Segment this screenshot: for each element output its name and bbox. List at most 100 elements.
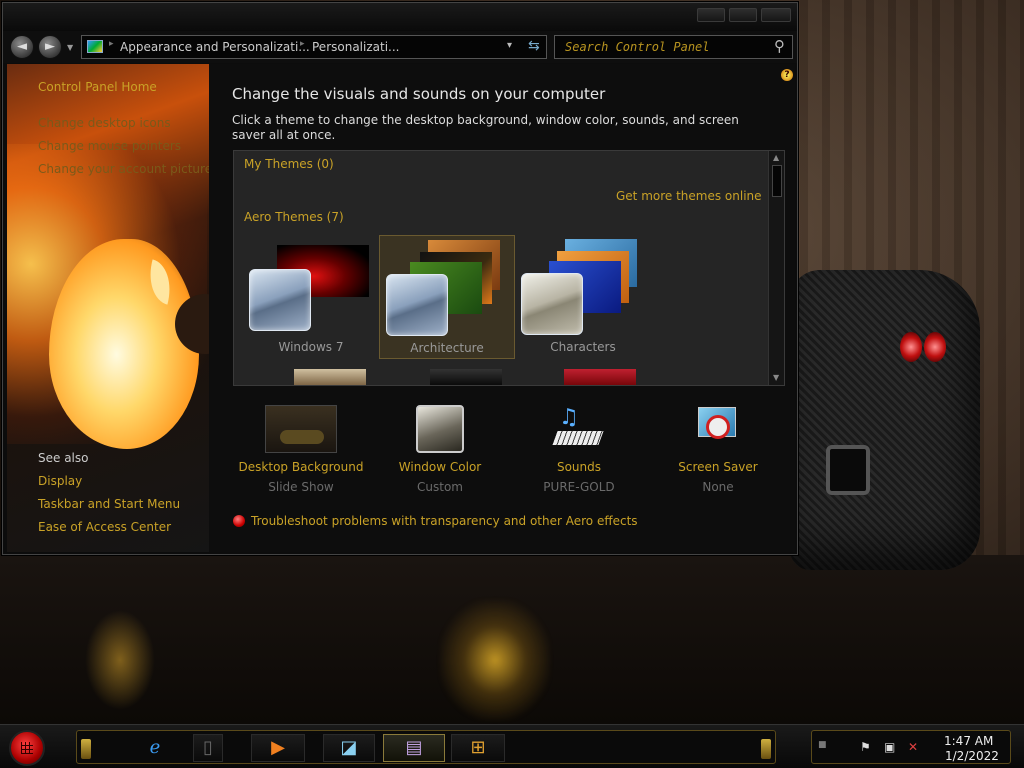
scroll-up-arrow-icon[interactable]: ▲ [773, 153, 779, 162]
theme-list: My Themes (0) Get more themes online Aer… [233, 150, 785, 386]
tray-handle-icon[interactable]: ■ [818, 740, 827, 750]
theme-settings-row: Desktop Background Slide Show Window Col… [233, 399, 785, 499]
volume-muted-icon[interactable]: ✕ [908, 740, 918, 754]
option-value: None [702, 480, 734, 494]
sidebar-link-display[interactable]: Display [38, 474, 82, 488]
car-thumbnail-shape [280, 430, 324, 444]
window-color-option[interactable]: Window Color Custom [372, 399, 508, 499]
clock-time[interactable]: 1:47 AM [944, 734, 993, 748]
start-orb-icon [21, 742, 33, 754]
search-icon[interactable]: ⚲ [774, 37, 785, 55]
car-exhaust [826, 445, 870, 495]
get-more-themes-link[interactable]: Get more themes online [616, 189, 762, 203]
theme-tile-characters[interactable]: Characters [515, 235, 651, 359]
start-button[interactable] [9, 730, 45, 766]
back-arrow-icon: ◄ [17, 39, 27, 54]
theme-name: Windows 7 [278, 340, 344, 354]
car-tail-light [900, 332, 922, 362]
sidebar: Control Panel Home Change desktop icons … [7, 64, 209, 552]
theme-thumbnail-partial[interactable] [564, 369, 636, 385]
forward-button[interactable]: ► [38, 35, 62, 59]
window-color-icon [416, 405, 464, 453]
control-panel-icon [87, 40, 103, 53]
keyboard-icon [552, 431, 604, 445]
address-dropdown-icon[interactable]: ▾ [507, 40, 512, 51]
option-value: PURE-GOLD [543, 480, 615, 494]
main-content: ? Change the visuals and sounds on your … [209, 64, 795, 552]
music-note-icon: ♫ [559, 405, 579, 430]
sidebar-link-taskbar[interactable]: Taskbar and Start Menu [38, 497, 180, 511]
search-box[interactable]: ⚲ [554, 35, 793, 59]
sidebar-link-desktop-icons[interactable]: Change desktop icons [38, 116, 171, 130]
see-also-heading: See also [38, 451, 89, 465]
forward-arrow-icon: ► [45, 39, 55, 54]
wallpaper-car [790, 270, 980, 570]
windows-explorer-icon[interactable]: ◪ [323, 734, 375, 762]
option-label: Screen Saver [678, 460, 758, 474]
refresh-icon[interactable]: ⇆ [528, 38, 540, 54]
wallpaper-reflection [440, 600, 550, 720]
taskbar: ℯ ▯ ▶ ◪ ▤ ⊞ ■ ⚑ ▣ ✕ 1:47 AM 1/2/2022 [0, 724, 1024, 768]
navigation-bar: ◄ ► ▼ ▸ Appearance and Personalizati... … [3, 31, 797, 63]
windows-logo-icon[interactable]: ⊞ [451, 734, 505, 762]
taskbar-cap-left [81, 739, 91, 759]
theme-name: Architecture [410, 341, 484, 355]
apple-logo-art [49, 239, 199, 449]
back-button[interactable]: ◄ [10, 35, 34, 59]
search-input[interactable] [565, 39, 765, 55]
sounds-option[interactable]: ♫ Sounds PURE-GOLD [511, 399, 647, 499]
option-value: Slide Show [268, 480, 334, 494]
troubleshoot-icon [233, 515, 245, 527]
screen-saver-icon [694, 405, 742, 453]
action-center-flag-icon[interactable]: ⚑ [860, 740, 871, 754]
theme-tile-architecture[interactable]: Architecture [379, 235, 515, 359]
theme-thumbnail-partial[interactable] [294, 369, 366, 385]
desktop-background-icon [265, 405, 337, 453]
scrollbar-thumb[interactable] [772, 165, 782, 197]
internet-explorer-icon[interactable]: ℯ [123, 734, 187, 762]
troubleshoot-aero-link[interactable]: Troubleshoot problems with transparency … [233, 514, 638, 528]
recent-pages-dropdown[interactable]: ▼ [67, 43, 73, 52]
no-symbol-icon [706, 415, 730, 439]
blank-window-icon[interactable]: ▯ [193, 734, 223, 762]
screen-saver-option[interactable]: Screen Saver None [650, 399, 786, 499]
sounds-icon: ♫ [552, 405, 605, 453]
breadcrumb-separator[interactable]: ▸ [300, 39, 305, 49]
media-player-icon[interactable]: ▶ [251, 734, 305, 762]
maximize-button[interactable] [729, 8, 757, 22]
scroll-down-arrow-icon[interactable]: ▼ [773, 373, 779, 382]
title-bar[interactable] [3, 3, 797, 31]
breadcrumb-appearance[interactable]: Appearance and Personalizati... [120, 40, 310, 54]
clock-date[interactable]: 1/2/2022 [945, 749, 999, 763]
wallpaper-reflection-left [85, 610, 155, 710]
sidebar-link-account-picture[interactable]: Change your account picture [38, 162, 209, 176]
window-color-swatch [521, 273, 583, 335]
address-bar[interactable]: ▸ Appearance and Personalizati... ▸ Pers… [81, 35, 547, 59]
theme-tile-windows7[interactable]: Windows 7 [243, 235, 379, 359]
window-color-swatch [386, 274, 448, 336]
page-title: Change the visuals and sounds on your co… [232, 85, 606, 103]
sidebar-link-mouse-pointers[interactable]: Change mouse pointers [38, 139, 181, 153]
aero-themes-heading[interactable]: Aero Themes (7) [244, 210, 344, 224]
taskbar-cap-right [761, 739, 771, 759]
car-tail-light [924, 332, 946, 362]
minimize-button[interactable] [697, 8, 725, 22]
breadcrumb-separator[interactable]: ▸ [109, 39, 114, 49]
window-color-swatch [249, 269, 311, 331]
network-icon[interactable]: ▣ [884, 740, 895, 754]
theme-name: Characters [550, 340, 616, 354]
my-themes-heading[interactable]: My Themes (0) [244, 157, 334, 171]
close-button[interactable] [761, 8, 791, 22]
option-label: Sounds [556, 460, 602, 474]
theme-list-scrollbar[interactable]: ▲ ▼ [768, 151, 784, 385]
control-panel-icon[interactable]: ▤ [383, 734, 445, 762]
taskbar-strip: ℯ ▯ ▶ ◪ ▤ ⊞ [76, 730, 776, 764]
sidebar-link-ease-of-access[interactable]: Ease of Access Center [38, 520, 171, 534]
personalization-window: ◄ ► ▼ ▸ Appearance and Personalizati... … [2, 2, 798, 555]
option-label: Window Color [398, 460, 482, 474]
desktop-background-option[interactable]: Desktop Background Slide Show [233, 399, 369, 499]
sidebar-link-control-panel-home[interactable]: Control Panel Home [38, 80, 157, 94]
help-icon[interactable]: ? [781, 69, 793, 81]
theme-thumbnail-partial[interactable] [430, 369, 502, 385]
breadcrumb-personalization[interactable]: Personalizati... [312, 40, 399, 54]
